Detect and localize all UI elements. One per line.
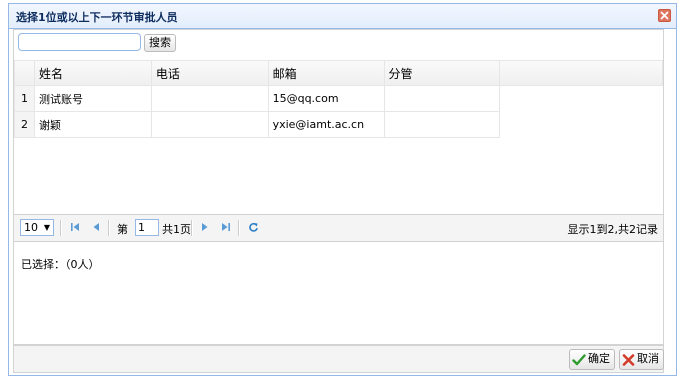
cell-phone[interactable] [150, 111, 269, 138]
ok-button[interactable]: 确定 [569, 349, 615, 370]
search-toolbar: 搜索 [14, 30, 663, 61]
cell-name[interactable]: 测试账号 [33, 85, 152, 112]
column-header-name[interactable]: 姓名 [33, 60, 152, 86]
column-header-phone[interactable]: 电话 [150, 60, 269, 86]
column-header-email[interactable]: 邮箱 [267, 60, 385, 86]
pager-separator [60, 220, 62, 236]
page-size-value: 10 [24, 221, 38, 234]
cell-dept[interactable] [383, 111, 501, 138]
table-header-row: 姓名 电话 邮箱 分管 [14, 60, 663, 86]
search-input[interactable] [18, 33, 141, 51]
pagination-bar: 10 ▼ 第 1 共1页 显示1到2,共2记录 [14, 214, 663, 241]
page-size-select[interactable]: 10 ▼ [20, 219, 54, 236]
pager-separator [191, 220, 193, 236]
cell-dept[interactable] [383, 85, 501, 112]
prev-page-icon[interactable] [91, 222, 101, 232]
close-icon[interactable] [658, 9, 671, 22]
cancel-button[interactable]: 取消 [619, 349, 664, 370]
ok-button-label: 确定 [588, 353, 610, 365]
column-header-dept[interactable]: 分管 [383, 60, 501, 86]
search-button[interactable]: 搜索 [144, 34, 176, 52]
cancel-button-label: 取消 [637, 353, 659, 365]
pager-separator [238, 220, 240, 236]
column-header-filler [499, 60, 663, 86]
cell-email[interactable]: yxie@iamt.ac.cn [267, 111, 385, 138]
pager-separator [108, 220, 110, 236]
last-page-icon[interactable] [221, 222, 231, 232]
dropdown-arrow-icon: ▼ [43, 223, 50, 232]
pagination-info: 显示1到2,共2记录 [567, 223, 659, 236]
refresh-icon[interactable] [248, 222, 259, 233]
checkmark-icon [572, 353, 586, 365]
dialog-title: 选择1位或以上下一环节审批人员 [16, 11, 178, 24]
cell-email[interactable]: 15@qq.com [267, 85, 385, 112]
user-table: 姓名 电话 邮箱 分管 1 测试账号 15@qq.com 2 谢颖 yxie@i… [14, 60, 663, 138]
rownum-header [14, 60, 35, 86]
dialog-titlebar: 选择1位或以上下一环节审批人员 [9, 4, 676, 29]
page-total: 共1页 [162, 223, 191, 236]
cell-phone[interactable] [150, 85, 269, 112]
selected-count-label: 已选择：（0人） [21, 258, 100, 271]
next-page-icon[interactable] [200, 222, 210, 232]
user-grid: 搜索 姓名 电话 邮箱 分管 1 测试账号 15@qq.com 2 谢颖 yxi… [13, 29, 664, 242]
row-number: 1 [14, 85, 35, 112]
cancel-x-icon [622, 353, 635, 366]
row-number: 2 [14, 111, 35, 138]
table-row[interactable]: 2 谢颖 yxie@iamt.ac.cn [14, 111, 663, 138]
cell-name[interactable]: 谢颖 [33, 111, 152, 138]
row-filler [500, 112, 663, 138]
selected-panel: 已选择：（0人） [13, 242, 664, 345]
table-row[interactable]: 1 测试账号 15@qq.com [14, 85, 663, 112]
page-number-input[interactable]: 1 [135, 219, 159, 236]
row-filler [500, 86, 663, 112]
page-label-prefix: 第 [117, 223, 128, 236]
first-page-icon[interactable] [70, 222, 80, 232]
dialog-footer: 确定 取消 [13, 345, 664, 373]
